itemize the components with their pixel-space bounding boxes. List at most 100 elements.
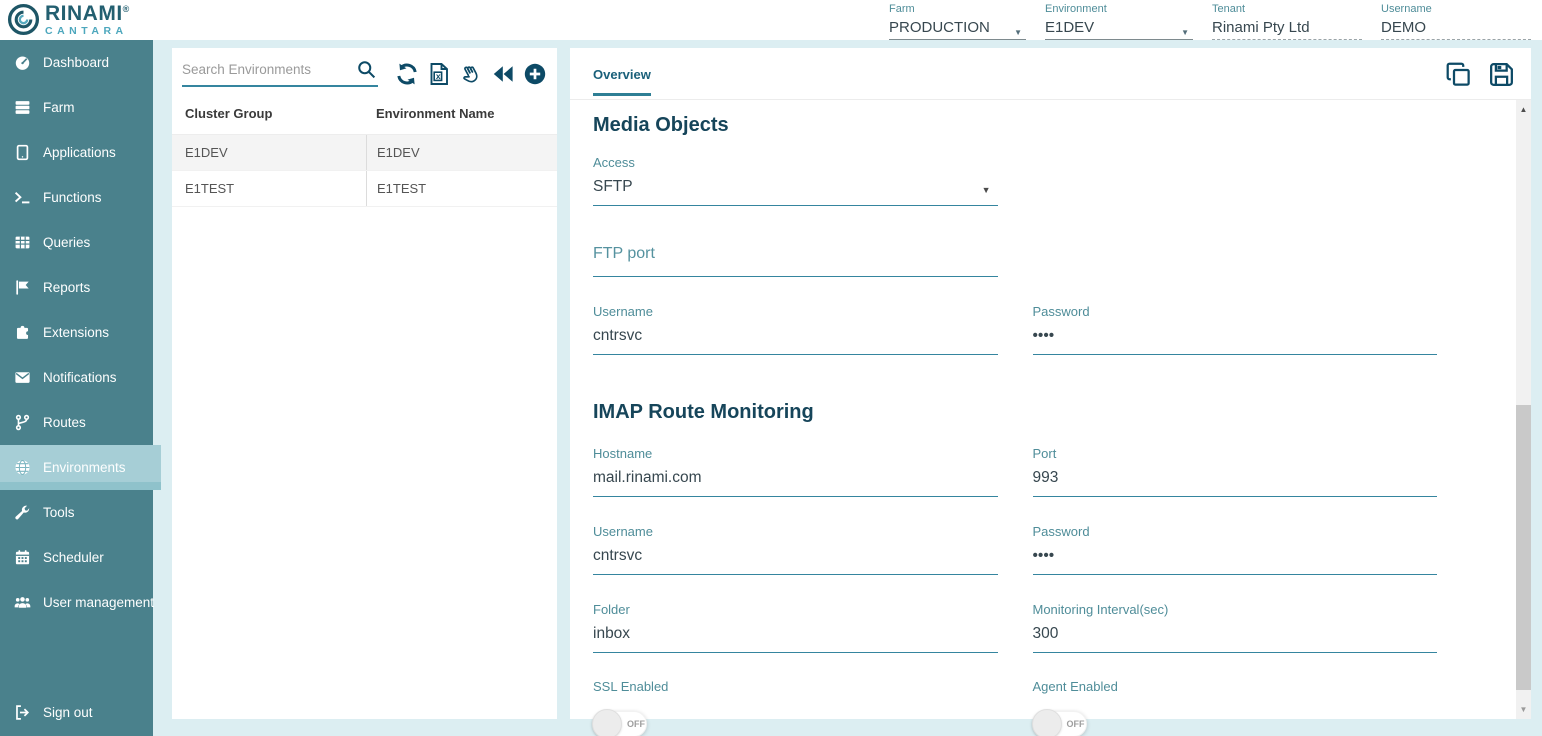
tab-overview[interactable]: Overview bbox=[593, 67, 651, 96]
sidebar-item-applications[interactable]: Applications bbox=[0, 130, 153, 175]
envelope-icon bbox=[14, 369, 31, 386]
imap-folder-input[interactable]: inbox bbox=[593, 624, 998, 653]
chevron-down-icon: ▼ bbox=[982, 180, 991, 200]
port-label: Port bbox=[1033, 446, 1438, 462]
imap-interval-input[interactable]: 300 bbox=[1033, 624, 1438, 653]
sidebar-item-label: Dashboard bbox=[43, 55, 109, 70]
sidebar-item-queries[interactable]: Queries bbox=[0, 220, 153, 265]
refresh-button[interactable] bbox=[394, 61, 420, 87]
rewind-button[interactable] bbox=[490, 61, 516, 87]
media-username-input[interactable]: cntrsvc bbox=[593, 326, 998, 355]
puzzle-icon bbox=[14, 324, 31, 341]
list-toolbar-icons: x bbox=[394, 61, 548, 87]
sidebar-item-label: Reports bbox=[43, 280, 90, 295]
sidebar-item-sign-out[interactable]: Sign out bbox=[0, 690, 153, 735]
search-input[interactable] bbox=[182, 62, 350, 77]
username-field: Username DEMO bbox=[1381, 3, 1531, 40]
vertical-scrollbar[interactable]: ▲ ▼ bbox=[1516, 100, 1531, 719]
cell-cluster-group: E1DEV bbox=[172, 135, 366, 170]
imap-interval-field: Monitoring Interval(sec) 300 bbox=[1033, 602, 1438, 653]
detail-tabbar: Overview bbox=[570, 48, 1531, 100]
scroll-up-arrow[interactable]: ▲ bbox=[1516, 106, 1531, 114]
sidebar-item-scheduler[interactable]: Scheduler bbox=[0, 535, 153, 580]
imap-folder-field: Folder inbox bbox=[593, 602, 998, 653]
ftp-port-field[interactable]: FTP port bbox=[593, 244, 998, 277]
imap-credentials-row: Username cntrsvc Password •••• bbox=[593, 524, 1437, 575]
chevron-down-icon[interactable]: ▼ bbox=[1014, 24, 1022, 41]
scroll-down-arrow[interactable]: ▼ bbox=[1516, 706, 1531, 714]
sidebar-item-dashboard[interactable]: Dashboard bbox=[0, 40, 153, 85]
table-icon bbox=[14, 234, 31, 251]
farm-select[interactable]: Farm PRODUCTION ▼ bbox=[889, 3, 1026, 40]
environment-select[interactable]: Environment E1DEV ▼ bbox=[1045, 3, 1193, 40]
sidebar-item-reports[interactable]: Reports bbox=[0, 265, 153, 310]
save-button[interactable] bbox=[1488, 61, 1515, 88]
sidebar-item-extensions[interactable]: Extensions bbox=[0, 310, 153, 355]
sidebar-item-functions[interactable]: Functions bbox=[0, 175, 153, 220]
access-field: Access SFTP ▼ bbox=[593, 155, 998, 206]
add-button[interactable] bbox=[522, 61, 548, 87]
sidebar-item-label: Scheduler bbox=[43, 550, 104, 565]
tenant-value: Rinami Pty Ltd bbox=[1212, 19, 1310, 36]
password-label: Password bbox=[1033, 304, 1438, 320]
folder-label: Folder bbox=[593, 602, 998, 618]
imap-username-input[interactable]: cntrsvc bbox=[593, 546, 998, 575]
sidebar-item-user-management[interactable]: User management bbox=[0, 580, 153, 625]
imap-password-input[interactable]: •••• bbox=[1033, 546, 1438, 575]
app-logo[interactable]: RINAMI® CANTARA bbox=[7, 3, 130, 37]
access-select[interactable]: SFTP ▼ bbox=[593, 177, 998, 206]
sidebar-item-label: Farm bbox=[43, 100, 75, 115]
copy-button[interactable] bbox=[1445, 61, 1472, 88]
table-row[interactable]: E1DEV E1DEV bbox=[172, 135, 557, 171]
column-header-cluster-group: Cluster Group bbox=[172, 106, 366, 121]
column-header-environment-name: Environment Name bbox=[366, 106, 557, 121]
environment-label: Environment bbox=[1045, 3, 1193, 15]
sidebar-item-label: User management bbox=[43, 595, 154, 610]
section-title-imap: IMAP Route Monitoring bbox=[593, 399, 1437, 425]
chevron-down-icon[interactable]: ▼ bbox=[1181, 24, 1189, 41]
sidebar-item-label: Applications bbox=[43, 145, 116, 160]
hand-select-button[interactable] bbox=[458, 61, 484, 87]
sidebar-item-label: Queries bbox=[43, 235, 90, 250]
ssl-enabled-toggle[interactable]: OFF bbox=[593, 711, 647, 736]
table-row[interactable]: E1TEST E1TEST bbox=[172, 171, 557, 207]
export-excel-button[interactable]: x bbox=[426, 61, 452, 87]
password-label: Password bbox=[1033, 524, 1438, 540]
overview-form: Media Objects Access SFTP ▼ FTP port Use… bbox=[570, 100, 1531, 736]
sidebar-item-routes[interactable]: Routes bbox=[0, 400, 153, 445]
environments-list-panel: x bbox=[172, 48, 557, 719]
imap-password-field: Password •••• bbox=[1033, 524, 1438, 575]
sidebar-item-tools[interactable]: Tools bbox=[0, 490, 153, 535]
copy-icon bbox=[1445, 61, 1472, 88]
sidebar-item-farm[interactable]: Farm bbox=[0, 85, 153, 130]
username-label: Username bbox=[593, 524, 998, 540]
hand-pointer-icon bbox=[459, 62, 483, 86]
imap-port-field: Port 993 bbox=[1033, 446, 1438, 497]
sidebar-item-environments[interactable]: Environments bbox=[0, 445, 161, 490]
users-icon bbox=[14, 594, 31, 611]
access-label: Access bbox=[593, 155, 998, 171]
sidebar-item-label: Functions bbox=[43, 190, 102, 205]
logo-subname: CANTARA bbox=[45, 26, 130, 37]
username-label: Username bbox=[593, 304, 998, 320]
monitoring-interval-label: Monitoring Interval(sec) bbox=[1033, 602, 1438, 618]
header-context-fields: Farm PRODUCTION ▼ Environment E1DEV ▼ Te… bbox=[889, 3, 1531, 40]
top-header: RINAMI® CANTARA Farm PRODUCTION ▼ Enviro… bbox=[0, 0, 1542, 40]
media-credentials-row: Username cntrsvc Password •••• bbox=[593, 304, 1437, 355]
sidebar-item-notifications[interactable]: Notifications bbox=[0, 355, 153, 400]
imap-hostname-input[interactable]: mail.rinami.com bbox=[593, 468, 998, 497]
save-icon bbox=[1488, 61, 1515, 88]
imap-host-row: Hostname mail.rinami.com Port 993 bbox=[593, 446, 1437, 497]
username-label: Username bbox=[1381, 3, 1531, 15]
agent-enabled-toggle[interactable]: OFF bbox=[1033, 711, 1087, 736]
scrollbar-thumb[interactable] bbox=[1516, 405, 1531, 690]
search-icon[interactable] bbox=[356, 59, 377, 80]
toggle-knob bbox=[592, 709, 622, 736]
svg-text:x: x bbox=[436, 71, 441, 81]
media-password-input[interactable]: •••• bbox=[1033, 326, 1438, 355]
farm-label: Farm bbox=[889, 3, 1026, 15]
imap-port-input[interactable]: 993 bbox=[1033, 468, 1438, 497]
branch-icon bbox=[14, 414, 31, 431]
sidebar-nav: Dashboard Farm Applications Functions Qu… bbox=[0, 40, 153, 736]
add-icon bbox=[523, 62, 547, 86]
